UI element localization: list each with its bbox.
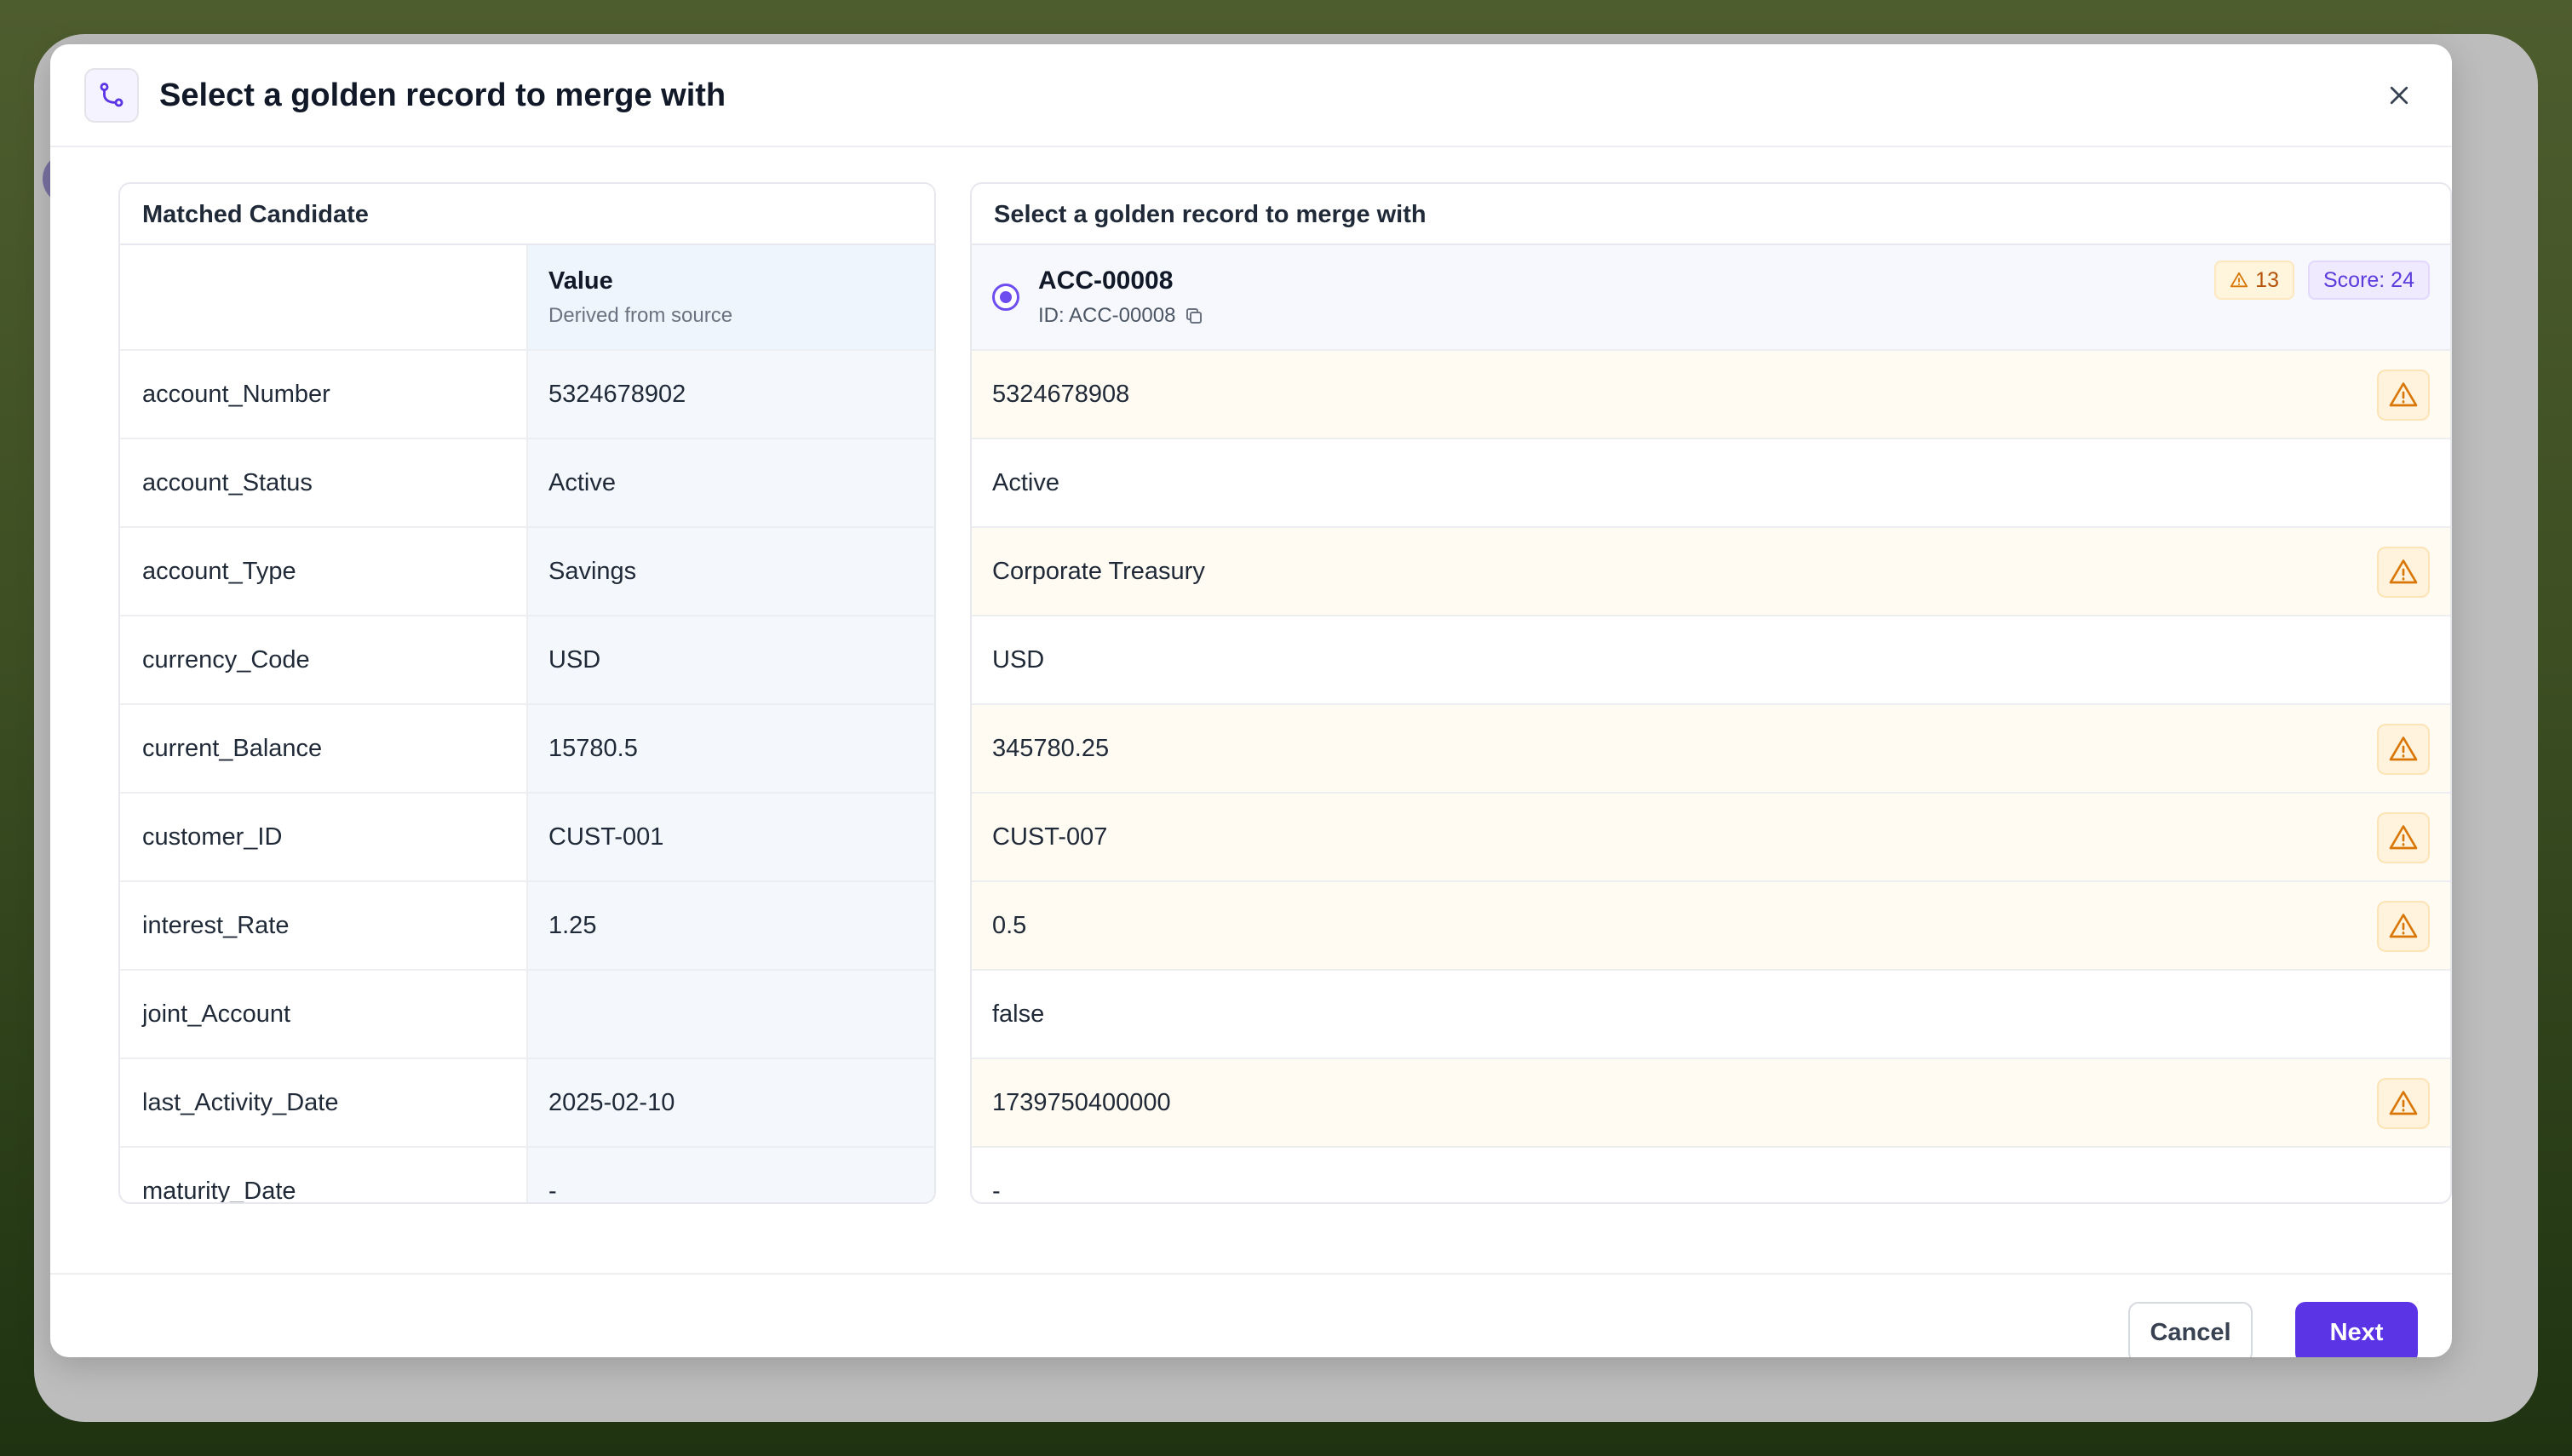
field-value: USD [528, 616, 934, 703]
field-name: customer_ID [120, 794, 528, 880]
field-value: - [528, 1148, 934, 1202]
golden-row: Corporate Treasury [972, 528, 2450, 616]
golden-row: - [972, 1148, 2450, 1204]
golden-value: false [992, 1000, 1045, 1028]
field-value: 1.25 [528, 882, 934, 969]
golden-row: 1739750400000 [972, 1059, 2450, 1148]
golden-value: - [992, 1177, 1001, 1204]
candidate-row: interest_Rate 1.25 [120, 882, 934, 971]
field-value: Savings [528, 528, 934, 615]
warning-triangle-icon [2388, 557, 2419, 588]
field-value: CUST-001 [528, 794, 934, 880]
field-value: 15780.5 [528, 705, 934, 792]
conflict-warning-button[interactable] [2377, 370, 2430, 421]
conflict-warning-button[interactable] [2377, 812, 2430, 863]
conflict-warning-button[interactable] [2377, 1078, 2430, 1129]
golden-record-option[interactable]: ACC-00008 ID: ACC-00008 13 Score: 24 [972, 245, 2450, 351]
golden-record-panel: Select a golden record to merge with ACC… [970, 182, 2452, 1204]
candidate-row: currency_Code USD [120, 616, 934, 705]
golden-record-rows: 5324678908 Active Corporate Treasury USD 345… [972, 351, 2450, 1204]
golden-value: Active [992, 468, 1059, 496]
golden-row: false [972, 971, 2450, 1059]
record-badges: 13 Score: 24 [2214, 261, 2430, 300]
candidate-row: current_Balance 15780.5 [120, 705, 934, 794]
record-id-label: ID: ACC-00008 [1038, 304, 1176, 327]
candidate-row: last_Activity_Date 2025-02-10 [120, 1059, 934, 1148]
golden-value: CUST-007 [992, 823, 1108, 851]
dialog-header: Select a golden record to merge with [50, 44, 2452, 147]
candidate-row: account_Status Active [120, 439, 934, 528]
golden-value: Corporate Treasury [992, 557, 1205, 585]
warning-triangle-icon [2388, 734, 2419, 765]
golden-value: 1739750400000 [992, 1088, 1171, 1116]
warning-triangle-icon [2230, 272, 2248, 288]
field-value: Active [528, 439, 934, 526]
warning-triangle-icon [2388, 1088, 2419, 1119]
golden-value: 0.5 [992, 911, 1027, 939]
dialog-title: Select a golden record to merge with [159, 77, 726, 113]
field-name: joint_Account [120, 971, 528, 1058]
field-name: account_Type [120, 528, 528, 615]
matched-candidate-title: Matched Candidate [120, 184, 934, 245]
golden-value: USD [992, 645, 1045, 674]
conflict-warning-button[interactable] [2377, 901, 2430, 952]
golden-row: 0.5 [972, 882, 2450, 971]
golden-row: CUST-007 [972, 794, 2450, 882]
record-name: ACC-00008 [1038, 267, 1174, 295]
copy-icon[interactable] [1184, 306, 1204, 326]
field-header-cell [120, 245, 528, 349]
candidate-row: account_Type Savings [120, 528, 934, 616]
candidate-row: customer_ID CUST-001 [120, 794, 934, 882]
record-radio[interactable] [992, 284, 1019, 311]
golden-row: Active [972, 439, 2450, 528]
golden-row: USD [972, 616, 2450, 705]
next-button[interactable]: Next [2295, 1302, 2418, 1357]
value-header: Value [548, 267, 613, 295]
field-name: account_Status [120, 439, 528, 526]
candidate-row: maturity_Date - [120, 1148, 934, 1202]
candidate-row: joint_Account [120, 971, 934, 1059]
field-name: interest_Rate [120, 882, 528, 969]
candidate-header-row: Value Derived from source [120, 245, 934, 351]
merge-dialog: Select a golden record to merge with Mat… [50, 44, 2452, 1357]
golden-row: 5324678908 [972, 351, 2450, 439]
warning-triangle-icon [2388, 823, 2419, 853]
warning-triangle-icon [2388, 911, 2419, 942]
field-name: last_Activity_Date [120, 1059, 528, 1146]
field-name: current_Balance [120, 705, 528, 792]
field-value [528, 971, 934, 1058]
candidate-row: account_Number 5324678902 [120, 351, 934, 439]
close-button[interactable] [2379, 75, 2420, 116]
close-icon [2390, 86, 2408, 105]
radio-selected-dot [1000, 291, 1012, 303]
golden-value: 5324678908 [992, 380, 1130, 408]
field-name: maturity_Date [120, 1148, 528, 1202]
matched-candidate-panel: Matched Candidate Value Derived from sou… [118, 182, 936, 1204]
field-name: account_Number [120, 351, 528, 438]
golden-value: 345780.25 [992, 734, 1110, 762]
golden-row: 345780.25 [972, 705, 2450, 794]
field-name: currency_Code [120, 616, 528, 703]
git-merge-icon [84, 68, 139, 123]
value-header-cell: Value Derived from source [528, 245, 934, 349]
score-label: Score: 24 [2322, 267, 2414, 292]
warning-count-badge: 13 [2214, 261, 2294, 300]
field-value: 5324678902 [528, 351, 934, 438]
conflict-warning-button[interactable] [2377, 724, 2430, 775]
cancel-button[interactable]: Cancel [2128, 1302, 2253, 1357]
golden-record-title: Select a golden record to merge with [972, 184, 2450, 245]
warning-count: 13 [2255, 267, 2279, 292]
candidate-rows: account_Number 5324678902 account_Status Ac… [120, 351, 934, 1202]
dialog-footer: Cancel Next [50, 1273, 2452, 1357]
conflict-warning-button[interactable] [2377, 547, 2430, 598]
warning-triangle-icon [2388, 380, 2419, 410]
score-badge: Score: 24 [2307, 261, 2430, 300]
field-value: 2025-02-10 [528, 1059, 934, 1146]
record-info: ACC-00008 ID: ACC-00008 [1038, 267, 1204, 328]
value-subheader: Derived from source [548, 303, 733, 327]
record-id: ID: ACC-00008 [1038, 304, 1204, 328]
